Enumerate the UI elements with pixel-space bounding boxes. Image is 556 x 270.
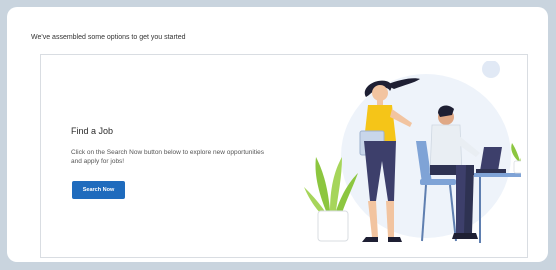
card-description: Click on the Search Now button below to … bbox=[71, 149, 264, 165]
decor-circle bbox=[482, 61, 500, 78]
card-title: Find a Job bbox=[71, 126, 114, 136]
desk-plant-icon bbox=[511, 143, 521, 174]
main-panel: We've assembled some options to get you … bbox=[7, 7, 548, 262]
intro-text: We've assembled some options to get you … bbox=[31, 34, 186, 41]
search-now-button[interactable]: Search Now bbox=[72, 181, 125, 199]
find-job-card: Find a Job Click on the Search Now butto… bbox=[40, 54, 528, 258]
job-search-illustration-icon bbox=[304, 61, 521, 243]
